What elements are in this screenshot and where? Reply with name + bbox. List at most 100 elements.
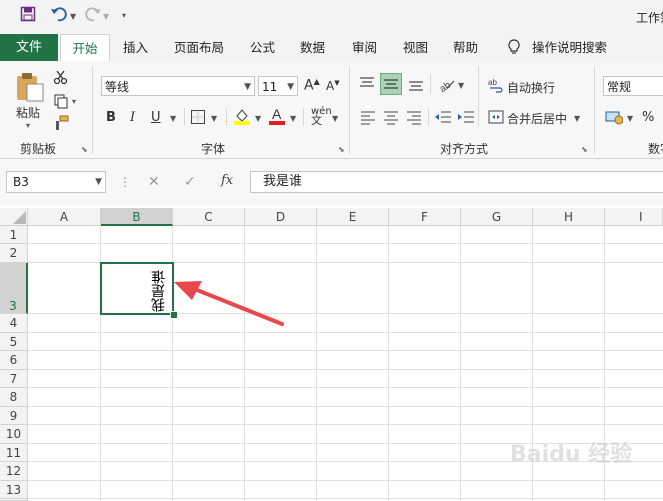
redo-dropdown-icon[interactable]: ▼ bbox=[103, 12, 109, 21]
borders-icon[interactable] bbox=[190, 109, 206, 128]
underline-button[interactable]: U bbox=[151, 110, 161, 125]
name-box[interactable]: B3 ▼ bbox=[6, 171, 106, 193]
bold-button[interactable]: B bbox=[106, 110, 116, 125]
tab-review[interactable]: 审阅 bbox=[352, 34, 377, 61]
cancel-icon[interactable]: ✕ bbox=[148, 174, 160, 190]
enter-icon[interactable]: ✓ bbox=[184, 174, 196, 190]
align-left-icon[interactable] bbox=[360, 109, 376, 128]
paste-button[interactable]: 粘贴 bbox=[16, 104, 40, 121]
tab-page-layout[interactable]: 页面布局 bbox=[174, 34, 224, 61]
svg-text:A: A bbox=[272, 106, 282, 122]
tab-help[interactable]: 帮助 bbox=[453, 34, 478, 61]
tab-home[interactable]: 开始 bbox=[60, 34, 110, 62]
font-color-icon[interactable]: A bbox=[268, 106, 286, 129]
align-bottom-icon[interactable] bbox=[407, 75, 425, 96]
fill-color-dropdown-icon[interactable]: ▼ bbox=[255, 114, 261, 123]
column-header-c[interactable]: C bbox=[173, 208, 245, 226]
row-header-3[interactable]: 3 bbox=[0, 263, 28, 314]
grid-line bbox=[28, 498, 663, 499]
decrease-indent-icon[interactable] bbox=[434, 109, 452, 128]
row-header-9[interactable]: 9 bbox=[0, 407, 28, 425]
formula-input[interactable]: 我是谁 bbox=[250, 171, 663, 193]
tab-data[interactable]: 数据 bbox=[300, 34, 325, 61]
alignment-launcher-icon[interactable]: ⬊ bbox=[581, 145, 588, 154]
chevron-down-icon[interactable]: ▼ bbox=[287, 77, 294, 97]
align-right-icon[interactable] bbox=[406, 109, 422, 128]
number-format-combo[interactable]: 常规 bbox=[603, 76, 663, 96]
column-header-b[interactable]: B bbox=[101, 208, 173, 226]
clipboard-launcher-icon[interactable]: ⬊ bbox=[81, 145, 88, 154]
selected-cell-b3[interactable]: 我是谁 bbox=[100, 262, 174, 315]
copy-dropdown-icon[interactable]: ▾ bbox=[72, 97, 76, 106]
font-size-combo[interactable]: 11 ▼ bbox=[258, 76, 298, 96]
font-name-combo[interactable]: 等线 ▼ bbox=[101, 76, 255, 96]
underline-dropdown-icon[interactable]: ▼ bbox=[170, 114, 176, 123]
row-header-11[interactable]: 11 bbox=[0, 444, 28, 462]
insert-function-button[interactable]: fx bbox=[221, 173, 233, 188]
accounting-dropdown-icon[interactable]: ▼ bbox=[627, 114, 633, 123]
row-header-1[interactable]: 1 bbox=[0, 226, 28, 244]
font-color-dropdown-icon[interactable]: ▼ bbox=[290, 114, 296, 123]
copy-icon[interactable] bbox=[53, 93, 69, 112]
format-painter-icon[interactable] bbox=[53, 115, 69, 134]
align-center-icon[interactable] bbox=[383, 109, 399, 128]
more-options-icon[interactable]: ⋮ bbox=[119, 175, 131, 189]
column-header-f[interactable]: F bbox=[389, 208, 461, 226]
undo-icon[interactable] bbox=[50, 6, 68, 26]
orientation-icon[interactable]: ab bbox=[437, 75, 455, 96]
column-header-a[interactable]: A bbox=[28, 208, 101, 226]
column-header-i[interactable]: I bbox=[605, 208, 663, 226]
italic-button[interactable]: I bbox=[130, 110, 135, 125]
fill-color-icon[interactable] bbox=[233, 107, 251, 128]
row-header-2[interactable]: 2 bbox=[0, 244, 28, 263]
group-divider bbox=[594, 66, 595, 154]
align-top-icon[interactable] bbox=[358, 75, 376, 96]
accounting-format-icon[interactable] bbox=[605, 108, 624, 129]
shrink-font-button[interactable]: A▼ bbox=[326, 79, 340, 93]
grid-line bbox=[388, 226, 389, 501]
column-header-d[interactable]: D bbox=[245, 208, 317, 226]
merge-center-icon[interactable] bbox=[488, 109, 504, 128]
customize-toolbar-icon[interactable]: ▾ bbox=[122, 11, 126, 20]
row-header-13[interactable]: 13 bbox=[0, 481, 28, 499]
column-header-g[interactable]: G bbox=[461, 208, 533, 226]
wrap-text-button[interactable]: 自动换行 bbox=[507, 79, 555, 96]
row-header-12[interactable]: 12 bbox=[0, 462, 28, 481]
column-header-e[interactable]: E bbox=[317, 208, 389, 226]
phonetic-dropdown-icon[interactable]: ▼ bbox=[332, 114, 338, 123]
tell-me-search[interactable]: 操作说明搜索 bbox=[532, 34, 607, 61]
row-header-5[interactable]: 5 bbox=[0, 333, 28, 351]
borders-dropdown-icon[interactable]: ▼ bbox=[211, 114, 217, 123]
tab-insert[interactable]: 插入 bbox=[123, 34, 148, 61]
tab-formulas[interactable]: 公式 bbox=[250, 34, 275, 61]
chevron-down-icon[interactable]: ▼ bbox=[244, 77, 251, 97]
phonetic-guide-button[interactable]: wén 文 bbox=[311, 107, 332, 127]
undo-dropdown-icon[interactable]: ▼ bbox=[70, 12, 76, 21]
orientation-dropdown-icon[interactable]: ▼ bbox=[458, 81, 464, 90]
font-launcher-icon[interactable]: ⬊ bbox=[338, 145, 345, 154]
percent-button[interactable]: % bbox=[642, 110, 654, 125]
merge-center-dropdown-icon[interactable]: ▼ bbox=[574, 114, 580, 123]
increase-indent-icon[interactable] bbox=[457, 109, 475, 128]
merge-center-button[interactable]: 合并后居中 bbox=[507, 110, 567, 127]
divider bbox=[226, 108, 227, 126]
paste-dropdown-icon[interactable]: ▾ bbox=[26, 121, 30, 130]
row-header-4[interactable]: 4 bbox=[0, 314, 28, 333]
lightbulb-icon[interactable] bbox=[507, 34, 521, 61]
cut-icon[interactable] bbox=[53, 69, 69, 88]
row-header-7[interactable]: 7 bbox=[0, 370, 28, 388]
redo-icon[interactable] bbox=[84, 6, 102, 26]
column-header-h[interactable]: H bbox=[533, 208, 605, 226]
row-header-8[interactable]: 8 bbox=[0, 388, 28, 407]
align-middle-button[interactable] bbox=[380, 73, 402, 95]
save-icon[interactable] bbox=[20, 6, 36, 26]
tab-file[interactable]: 文件 bbox=[0, 34, 58, 61]
chevron-down-icon[interactable]: ▼ bbox=[95, 172, 102, 192]
paste-icon[interactable] bbox=[14, 71, 46, 106]
tab-view[interactable]: 视图 bbox=[403, 34, 428, 61]
row-header-10[interactable]: 10 bbox=[0, 425, 28, 444]
grow-font-button[interactable]: A▲ bbox=[304, 77, 320, 94]
row-header-6[interactable]: 6 bbox=[0, 351, 28, 370]
select-all-button[interactable] bbox=[0, 208, 28, 226]
wrap-text-icon[interactable]: ab bbox=[488, 77, 504, 96]
